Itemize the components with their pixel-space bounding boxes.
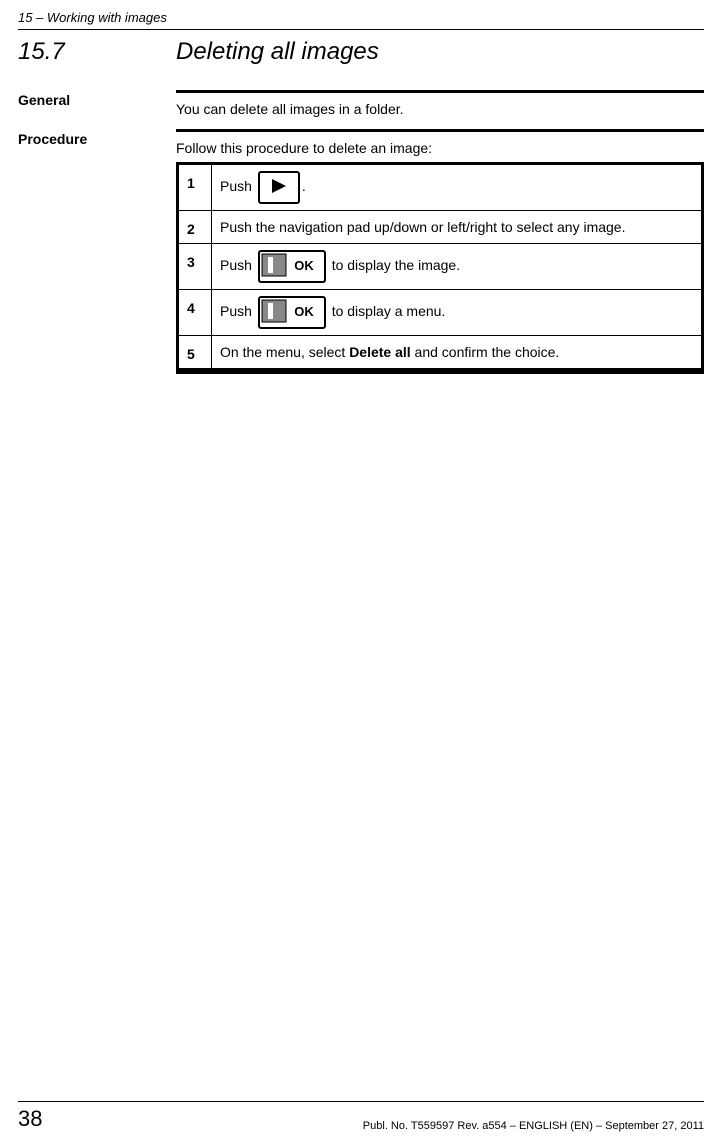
procedure-label: Procedure — [18, 123, 176, 382]
step-number: 2 — [178, 211, 212, 244]
rule — [176, 371, 704, 374]
table-row: 1 Push . — [178, 164, 703, 211]
play-button-icon — [258, 171, 300, 204]
table-row: 2 Push the navigation pad up/down or lef… — [178, 211, 703, 244]
step-text-bold: Delete all — [349, 344, 410, 360]
table-row: 3 Push OK to display the image. — [178, 244, 703, 290]
publication-info: Publ. No. T559597 Rev. a554 – ENGLISH (E… — [363, 1120, 704, 1132]
step-cell: Push OK to display a menu. — [212, 290, 703, 336]
step-cell: Push . — [212, 164, 703, 211]
section-number: 15.7 — [18, 38, 176, 66]
section-title: Deleting all images — [176, 38, 379, 66]
procedure-table: 1 Push . 2 Push the navigation pad up/do… — [176, 162, 704, 371]
step-text: . — [302, 178, 306, 194]
page-number: 38 — [18, 1106, 42, 1132]
procedure-intro: Follow this procedure to delete an image… — [176, 140, 704, 156]
table-row: 4 Push OK to display a menu. — [178, 290, 703, 336]
ok-button-icon: OK — [258, 296, 326, 329]
running-header: 15 – Working with images — [18, 10, 704, 30]
general-label: General — [18, 84, 176, 123]
step-text: Push — [220, 303, 256, 319]
general-block: General You can delete all images in a f… — [18, 84, 704, 123]
step-text: Push the navigation pad up/down or left/… — [220, 219, 625, 235]
svg-text:OK: OK — [294, 304, 314, 319]
step-text: Push — [220, 178, 256, 194]
procedure-block: Procedure Follow this procedure to delet… — [18, 123, 704, 382]
step-number: 3 — [178, 244, 212, 290]
step-cell: Push the navigation pad up/down or left/… — [212, 211, 703, 244]
step-number: 1 — [178, 164, 212, 211]
table-row: 5 On the menu, select Delete all and con… — [178, 336, 703, 370]
step-text: On the menu, select — [220, 344, 349, 360]
general-text: You can delete all images in a folder. — [176, 101, 704, 117]
page-footer: 38 Publ. No. T559597 Rev. a554 – ENGLISH… — [18, 1101, 704, 1132]
rule — [176, 90, 704, 93]
step-cell: Push OK to display the image. — [212, 244, 703, 290]
step-number: 5 — [178, 336, 212, 370]
step-text: Push — [220, 257, 256, 273]
page: 15 – Working with images 15.7 Deleting a… — [0, 0, 722, 1146]
step-cell: On the menu, select Delete all and confi… — [212, 336, 703, 370]
svg-text:OK: OK — [294, 258, 314, 273]
step-number: 4 — [178, 290, 212, 336]
step-text: and confirm the choice. — [411, 344, 560, 360]
ok-button-icon: OK — [258, 250, 326, 283]
step-text: to display a menu. — [328, 303, 446, 319]
rule — [176, 129, 704, 132]
section-title-row: 15.7 Deleting all images — [18, 38, 704, 66]
step-text: to display the image. — [328, 257, 460, 273]
